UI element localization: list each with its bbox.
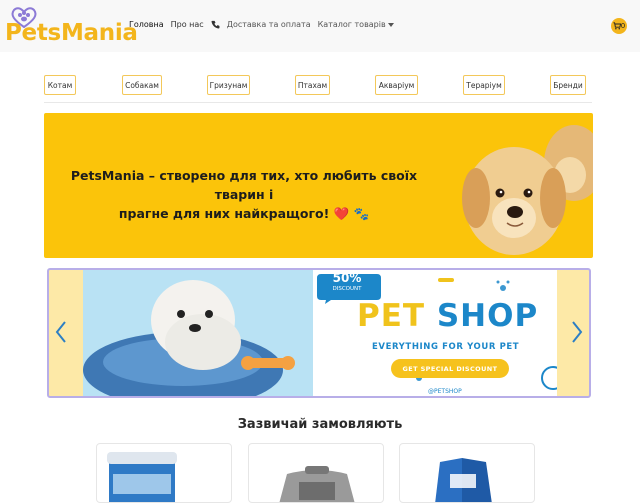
brand-logo[interactable]: PetsMania [5,6,138,46]
brand-name: PetsMania [5,20,138,46]
headline-shop: SHOP [436,298,539,334]
category-birds[interactable]: Птахам [295,75,330,95]
promo-slide[interactable]: 50% DISCOUNT PET SHOP EVERYTHING FOR YOU… [83,270,557,396]
promo-carousel: 50% DISCOUNT PET SHOP EVERYTHING FOR YOU… [47,268,591,398]
discount-percent: 50% [332,271,362,285]
promo-tagline: EVERYTHING FOR YOUR PET [372,342,520,352]
section-title: Зазвичай замовляють [237,417,403,432]
divider [44,102,592,103]
product-card[interactable] [248,443,384,503]
category-bar: Котам Собакам Гризунам Птахам Акваріум Т… [44,75,592,97]
product-image [435,458,492,502]
nav-home[interactable]: Головна [129,20,164,29]
chevron-down-icon [387,22,394,27]
cart-count: 0 [620,22,626,30]
category-dogs[interactable]: Собакам [122,75,162,95]
category-cats[interactable]: Котам [44,75,76,95]
promo-headline: PET SHOP [357,298,538,334]
hero-text: PetsMania – створено для тих, хто любить… [44,166,444,223]
category-rodents[interactable]: Гризунам [207,75,250,95]
hero-line-2: прагне для них найкращого! ❤️ 🐾 [118,206,370,221]
cart-icon [613,22,621,30]
instagram-handle: @PETSHOP [428,388,462,395]
category-terrarium[interactable]: Тераріум [463,75,505,95]
chevron-right-icon[interactable] [570,320,584,344]
top-navbar: PetsMania Головна Про нас Доставка та оп… [0,0,640,52]
product-image [107,452,177,502]
hero-line-1: PetsMania – створено для тих, хто любить… [70,168,418,202]
product-image [279,466,355,502]
category-aquarium[interactable]: Акваріум [375,75,418,95]
cart-button[interactable]: 0 [611,18,627,34]
chevron-left-icon[interactable] [54,320,68,344]
product-card[interactable] [96,443,232,503]
nav-catalog-label: Каталог товарів [317,20,386,29]
puppies-image [462,125,593,255]
nav-delivery[interactable]: Доставка та оплата [227,20,311,29]
nav-about[interactable]: Про нас [171,20,204,29]
phone-icon[interactable] [211,20,220,29]
hero-banner: PetsMania – створено для тих, хто любить… [44,113,593,258]
discount-label: DISCOUNT [332,286,362,292]
special-discount-button[interactable]: GET SPECIAL DISCOUNT [391,359,509,378]
product-card[interactable] [399,443,535,503]
category-brands[interactable]: Бренди [550,75,586,95]
nav-catalog[interactable]: Каталог товарів [318,20,394,29]
headline-pet: PET [357,298,426,334]
main-nav: Головна Про нас Доставка та оплата Катал… [129,20,401,29]
